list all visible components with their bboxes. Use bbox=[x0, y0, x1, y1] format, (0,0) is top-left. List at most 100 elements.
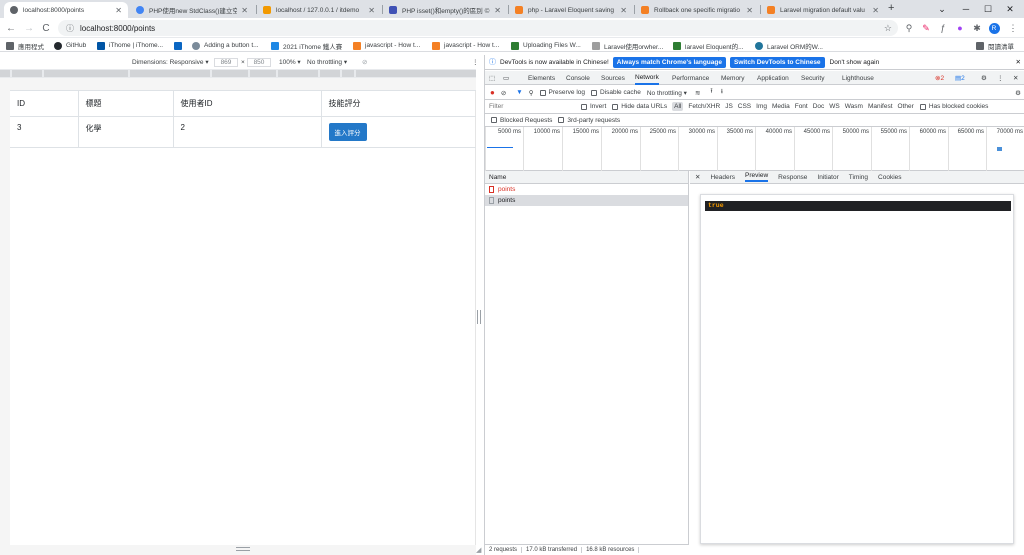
tab-sources[interactable]: Sources bbox=[601, 71, 625, 85]
ruler-segment[interactable] bbox=[356, 70, 476, 77]
preserve-log-checkbox[interactable] bbox=[539, 89, 546, 96]
close-window-button[interactable]: ✕ bbox=[996, 0, 1024, 18]
third-party-checkbox[interactable] bbox=[558, 117, 565, 123]
tab-elements[interactable]: Elements bbox=[528, 71, 555, 85]
viewport-resize-handle-bottom[interactable] bbox=[236, 547, 250, 551]
extension-icon[interactable]: ⚲ bbox=[902, 21, 916, 35]
tab-lighthouse[interactable]: Lighthouse bbox=[842, 71, 874, 85]
detail-tab-preview[interactable]: Preview bbox=[745, 172, 769, 182]
new-tab-button[interactable]: + bbox=[888, 2, 894, 14]
ruler-segment[interactable] bbox=[0, 70, 10, 77]
bookmark-js-1[interactable]: javascript - How t... bbox=[353, 40, 420, 51]
record-icon[interactable]: ● bbox=[490, 88, 495, 97]
info-icon[interactable]: ⓘ bbox=[66, 23, 74, 34]
tab-rollback-migration[interactable]: Rollback one specific migratio ✕ bbox=[635, 2, 759, 18]
filter-other[interactable]: Other bbox=[898, 103, 914, 110]
zoom-select[interactable]: 100% ▾ bbox=[279, 58, 301, 66]
filter-img[interactable]: Img bbox=[756, 103, 767, 110]
extension-color-icon[interactable]: ● bbox=[953, 21, 967, 35]
close-tab-icon[interactable]: ✕ bbox=[620, 6, 627, 15]
filter-font[interactable]: Font bbox=[795, 103, 808, 110]
request-row-selected[interactable]: points bbox=[485, 195, 688, 206]
address-bar[interactable]: ⓘ localhost:8000/points ☆ bbox=[58, 20, 898, 36]
close-tab-icon[interactable]: ✕ bbox=[746, 6, 753, 15]
dimensions-select[interactable]: Dimensions: Responsive ▾ bbox=[132, 58, 209, 66]
devtools-menu-icon[interactable]: ⋮ bbox=[997, 71, 1004, 85]
filter-media[interactable]: Media bbox=[772, 103, 790, 110]
network-overview-timeline[interactable]: 5000 ms 10000 ms 15000 ms 20000 ms 25000… bbox=[485, 127, 1024, 171]
tab-performance[interactable]: Performance bbox=[672, 71, 709, 85]
request-row-error[interactable]: points bbox=[485, 184, 688, 195]
tab-network[interactable]: Network bbox=[635, 71, 659, 85]
invert-checkbox[interactable] bbox=[581, 103, 587, 110]
back-arrow-icon[interactable]: ← bbox=[4, 21, 18, 35]
message-count-badge[interactable]: ▤ 2 bbox=[955, 71, 965, 85]
settings-gear-icon[interactable]: ⚙ bbox=[981, 71, 987, 85]
close-tab-icon[interactable]: ✕ bbox=[241, 6, 248, 15]
filter-js[interactable]: JS bbox=[725, 103, 733, 110]
detail-tab-initiator[interactable]: Initiator bbox=[817, 174, 838, 181]
filter-css[interactable]: CSS bbox=[738, 103, 751, 110]
rotate-icon[interactable]: ⊘ bbox=[362, 58, 367, 66]
close-detail-icon[interactable]: ✕ bbox=[695, 173, 700, 181]
reading-list[interactable]: 閱讀清單 bbox=[976, 40, 1014, 51]
tab-laravel-eloquent[interactable]: php - Laravel Eloquent saving ✕ bbox=[509, 2, 633, 18]
viewport-resize-handle-right[interactable] bbox=[477, 310, 481, 324]
tab-migration-default[interactable]: Laravel migration default valu ✕ bbox=[761, 2, 885, 18]
disable-cache-checkbox[interactable] bbox=[591, 89, 597, 96]
switch-to-chinese-button[interactable]: Switch DevTools to Chinese bbox=[729, 56, 825, 68]
close-tab-icon[interactable]: ✕ bbox=[494, 6, 501, 15]
bookmark-apps[interactable]: 應用程式 bbox=[6, 40, 44, 51]
filter-ws[interactable]: WS bbox=[829, 103, 839, 110]
ruler-segment[interactable] bbox=[44, 70, 128, 77]
has-blocked-cookies-checkbox[interactable] bbox=[919, 103, 926, 110]
avatar[interactable]: R bbox=[987, 21, 1001, 35]
detail-tab-timing[interactable]: Timing bbox=[849, 174, 868, 181]
name-column-header[interactable]: Name bbox=[485, 171, 688, 184]
bookmark-uploading[interactable]: Uploading Files W... bbox=[511, 40, 581, 51]
filter-doc[interactable]: Doc bbox=[813, 103, 825, 110]
filter-all[interactable]: All bbox=[672, 102, 684, 111]
always-match-language-button[interactable]: Always match Chrome's language bbox=[612, 56, 726, 68]
ruler-segment[interactable] bbox=[130, 70, 210, 77]
clear-icon[interactable]: ⊘ bbox=[501, 89, 506, 97]
bookmark-js-2[interactable]: javascript - How t... bbox=[432, 40, 499, 51]
corner-resize-icon[interactable]: ◢ bbox=[476, 546, 481, 554]
height-input[interactable]: 850 bbox=[247, 57, 271, 67]
ruler-segment[interactable] bbox=[250, 70, 276, 77]
bookmark-github[interactable]: GitHub bbox=[54, 40, 86, 51]
error-count-badge[interactable]: ⊗ 2 bbox=[935, 71, 944, 85]
export-har-icon[interactable]: ⭳ bbox=[721, 87, 723, 98]
device-menu-kebab-icon[interactable]: ⋮ bbox=[472, 58, 479, 66]
bookmark-orwhere[interactable]: Laravel使用orwher... bbox=[592, 40, 663, 51]
detail-tab-response[interactable]: Response bbox=[778, 174, 807, 181]
reload-icon[interactable]: C bbox=[39, 21, 53, 35]
media-query-ruler[interactable] bbox=[0, 69, 476, 78]
forward-arrow-icon[interactable]: → bbox=[22, 21, 36, 35]
extension-fx-icon[interactable]: ƒ bbox=[936, 21, 950, 35]
filter-funnel-icon[interactable]: ▼ bbox=[516, 89, 522, 96]
tab-phpmyadmin[interactable]: localhost / 127.0.0.1 / itdemo ✕ bbox=[257, 2, 381, 18]
inspect-element-icon[interactable]: ⬚ bbox=[489, 71, 495, 85]
ruler-segment[interactable] bbox=[320, 70, 340, 77]
network-throttle-select[interactable]: No throttling ▾ bbox=[647, 89, 687, 97]
bookmark-linkedin[interactable] bbox=[174, 40, 186, 51]
extension-pen-icon[interactable]: ✎ bbox=[919, 21, 933, 35]
hide-data-urls-checkbox[interactable] bbox=[612, 103, 619, 110]
ruler-segment[interactable] bbox=[12, 70, 42, 77]
bookmark-ironman[interactable]: 2021 iThome 鐵人賽 bbox=[271, 40, 342, 51]
wifi-conditions-icon[interactable]: ≋ bbox=[695, 89, 700, 97]
close-tab-icon[interactable]: ✕ bbox=[368, 6, 375, 15]
close-tab-icon[interactable]: ✕ bbox=[115, 6, 122, 15]
device-toolbar-icon[interactable]: ▭ bbox=[503, 71, 509, 85]
import-har-icon[interactable]: ⭱ bbox=[710, 87, 712, 98]
bookmark-eloquent[interactable]: laravel Eloquent的... bbox=[673, 40, 744, 51]
tab-memory[interactable]: Memory bbox=[721, 71, 744, 85]
detail-tab-cookies[interactable]: Cookies bbox=[878, 174, 901, 181]
tab-application[interactable]: Application bbox=[757, 71, 789, 85]
tab-console[interactable]: Console bbox=[566, 71, 590, 85]
filter-fetch-xhr[interactable]: Fetch/XHR bbox=[688, 103, 720, 110]
search-icon[interactable]: ⚲ bbox=[529, 89, 534, 97]
bookmark-star-icon[interactable]: ☆ bbox=[884, 23, 892, 34]
ruler-segment[interactable] bbox=[342, 70, 354, 77]
